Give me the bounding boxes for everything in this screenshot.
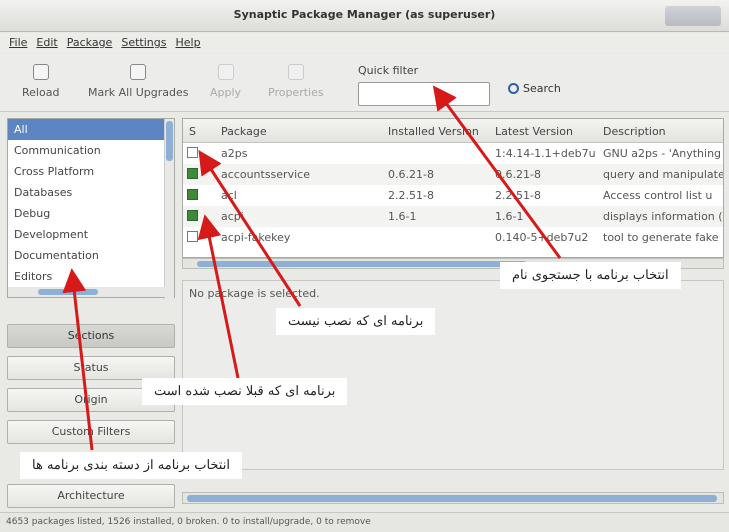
arrow-to-categories — [62, 268, 94, 451]
arrow-to-installed — [197, 214, 240, 379]
annotation-installed: برنامه ای که قبلا نصب شده است — [142, 378, 348, 405]
arrow-to-search — [432, 85, 562, 259]
annotation-not-installed: برنامه ای که نصب نیست — [276, 308, 436, 335]
annotation-categories: انتخاب برنامه از دسته بندی برنامه ها — [20, 452, 242, 479]
annotation-search: انتخاب برنامه با جستجوی نام — [500, 262, 681, 289]
